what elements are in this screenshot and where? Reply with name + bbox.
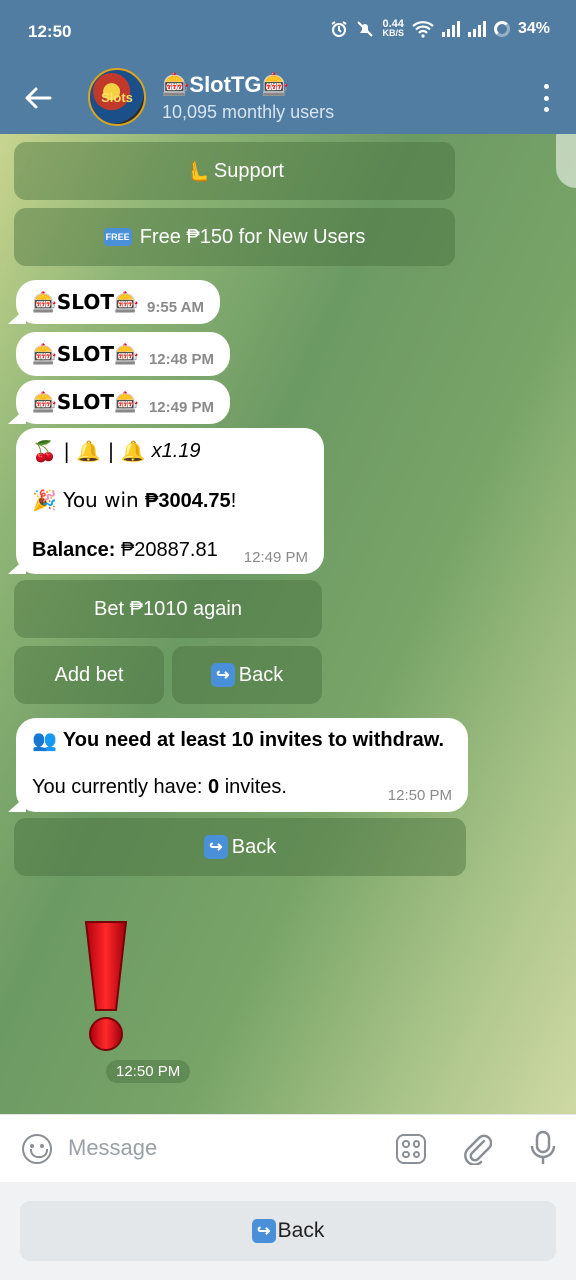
add-bet-label: Add bet <box>54 663 124 686</box>
result-multiplier: x1.19 <box>151 439 201 462</box>
win-amount: ₱3004.75 <box>145 490 231 512</box>
win-prefix: 🎉 You win <box>32 488 146 512</box>
back-arrow-icon[interactable] <box>22 82 54 114</box>
people-icon: 👥 <box>32 728 57 752</box>
microphone-icon[interactable] <box>528 1129 558 1167</box>
battery-icon <box>493 21 510 37</box>
result-symbols-line: 🍒 | 🔔 | 🔔 x1.19 <box>32 438 308 464</box>
attach-icon[interactable] <box>462 1131 492 1165</box>
result-message[interactable]: 🍒 | 🔔 | 🔔 x1.19 🎉 You win ₱3004.75! Bala… <box>8 428 324 574</box>
back-button[interactable]: ↪ Back <box>172 646 322 704</box>
message-input-bar: Message <box>0 1114 576 1182</box>
reply-keyboard: ↪ Back <box>0 1182 576 1280</box>
slot-message-text: 🎰SLOT🎰 <box>32 342 139 366</box>
reply-back-label: Back <box>277 1219 325 1242</box>
free-bonus-label: Free ₱150 for New Users <box>139 225 366 248</box>
support-button[interactable]: 🫷 Support <box>14 142 455 200</box>
bet-again-button[interactable]: Bet ₱1010 again <box>14 580 322 638</box>
bet-again-label: Bet ₱1010 again <box>94 597 242 620</box>
add-bet-button[interactable]: Add bet <box>14 646 164 704</box>
message-time: 12:48 PM <box>148 351 214 368</box>
status-time: 12:50 <box>28 22 72 41</box>
exclamation-sticker[interactable] <box>80 918 132 1058</box>
more-menu-icon[interactable] <box>542 84 550 112</box>
message-time: 12:50 PM <box>387 787 452 804</box>
chat-title[interactable]: 🎰SlotTG🎰 <box>162 72 289 98</box>
win-line: 🎉 You win ₱3004.75! <box>32 488 308 513</box>
return-arrow-icon: ↪ <box>251 1219 276 1243</box>
support-label: Support <box>213 159 284 182</box>
slot-message[interactable]: 🎰SLOT🎰 9:55 AM <box>8 280 220 324</box>
chat-header: Slots 🎰SlotTG🎰 10,095 monthly users <box>0 64 576 134</box>
status-icons: 0.44 KB/S 34% <box>330 18 550 38</box>
invites-prefix: You currently have: <box>32 776 209 798</box>
wifi-icon <box>412 21 434 38</box>
reply-back-button[interactable]: ↪ Back <box>20 1201 556 1261</box>
slot-message-text: 🎰SLOT🎰 <box>32 390 139 414</box>
free-badge-icon: FREE <box>103 228 132 246</box>
bot-keyboard-icon[interactable] <box>396 1134 426 1164</box>
message-time: 12:49 PM <box>243 549 308 566</box>
mute-bell-icon <box>357 21 374 37</box>
signal-icon-2 <box>467 21 486 37</box>
withdraw-message[interactable]: 👥 You need at least 10 invites to withdr… <box>8 718 468 812</box>
battery-percent: 34% <box>517 20 550 37</box>
result-symbols: 🍒 | 🔔 | 🔔 <box>32 439 146 463</box>
message-time: 12:49 PM <box>148 399 214 416</box>
chat-subtitle: 10,095 monthly users <box>162 102 335 122</box>
invites-suffix: invites. <box>219 776 287 798</box>
withdraw-back-button[interactable]: ↪ Back <box>14 818 466 876</box>
withdraw-back-label: Back <box>231 835 277 858</box>
side-panel-handle <box>556 134 576 188</box>
slot-message[interactable]: 🎰SLOT🎰 12:48 PM <box>16 332 230 376</box>
withdraw-requirement: You need at least 10 invites to withdraw… <box>62 728 445 751</box>
chat-area[interactable]: 🫷 Support FREE Free ₱150 for New Users 🎰… <box>0 134 576 1114</box>
free-bonus-button[interactable]: FREE Free ₱150 for New Users <box>14 208 455 266</box>
invites-count: 0 <box>208 776 220 798</box>
back-label: Back <box>238 663 284 686</box>
message-input[interactable]: Message <box>68 1135 157 1161</box>
return-arrow-icon: ↪ <box>210 663 235 687</box>
return-arrow-icon: ↪ <box>203 835 228 859</box>
slot-message-text: 🎰SLOT🎰 <box>32 290 139 314</box>
status-bar: 12:50 0.44 KB/S 34% <box>0 0 576 64</box>
withdraw-line1: 👥 You need at least 10 invites to withdr… <box>32 728 452 752</box>
alarm-icon <box>331 21 348 37</box>
slot-message[interactable]: 🎰SLOT🎰 12:49 PM <box>8 380 230 424</box>
emoji-icon[interactable] <box>22 1134 52 1164</box>
signal-icon-1 <box>441 21 460 37</box>
win-suffix: ! <box>230 490 237 512</box>
avatar[interactable]: Slots <box>88 68 146 126</box>
balance-value: ₱20887.81 <box>120 539 218 561</box>
sticker-time: 12:50 PM <box>106 1060 191 1083</box>
message-time: 9:55 AM <box>147 299 204 316</box>
net-speed: 0.44 KB/S <box>382 18 404 38</box>
balance-label: Balance: <box>32 539 121 561</box>
hand-icon: 🫷 <box>185 159 210 183</box>
